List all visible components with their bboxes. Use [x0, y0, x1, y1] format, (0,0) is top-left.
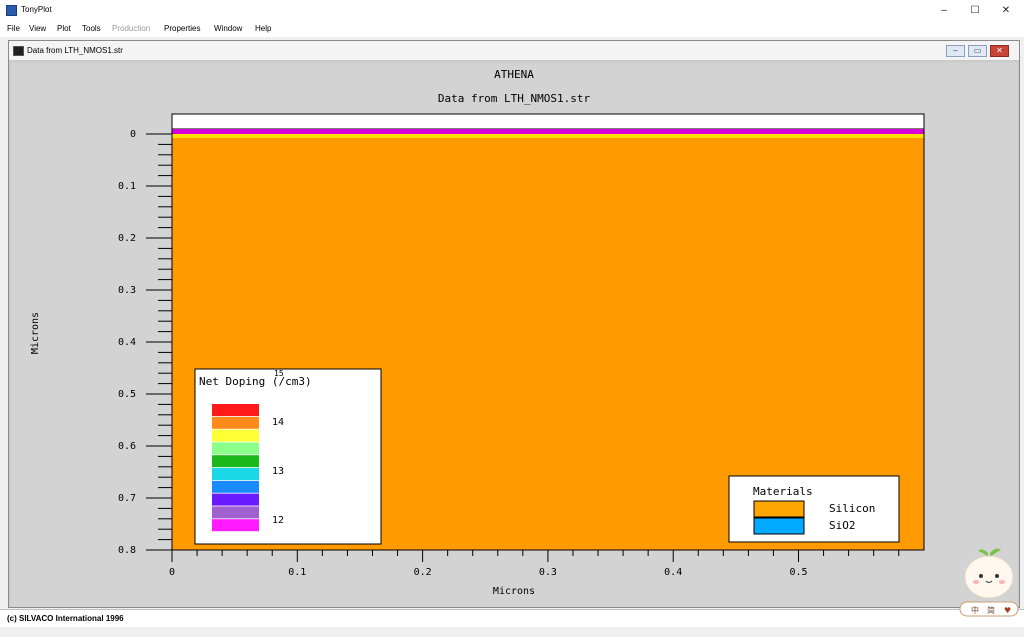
doc-close-button[interactable]: ✕ [990, 45, 1009, 57]
sio2-label: SiO2 [829, 519, 856, 532]
status-bar: (c) SILVACO International 1996 [0, 609, 1024, 627]
doping-swatch [212, 442, 259, 455]
x-tick-label: 0 [169, 567, 175, 578]
menu-file[interactable]: File [7, 24, 20, 33]
document-title: Data from LTH_NMOS1.str [27, 46, 123, 55]
tonyplot-app-icon [6, 5, 17, 16]
y-tick-label: 0.3 [118, 285, 136, 296]
y-tick-label: 0.2 [118, 233, 136, 244]
x-tick-label: 0.2 [414, 567, 432, 578]
plot-subtitle: Data from LTH_NMOS1.str [438, 92, 591, 105]
doping-swatch [212, 480, 259, 493]
tonyplot-app: TonyPlot – ☐ ✕ File View Plot Tools Prod… [0, 0, 1024, 637]
sio2-layer [172, 129, 924, 134]
menu-properties[interactable]: Properties [164, 24, 200, 33]
ime-simplified-mode[interactable]: 简 [987, 605, 995, 615]
doping-swatch [212, 468, 259, 480]
y-axis: 0 0.1 0.2 0.3 0.4 0.5 0.6 0.7 0.8 [118, 129, 172, 556]
y-tick-label: 0.5 [118, 389, 136, 400]
status-text: (c) SILVACO International 1996 [7, 614, 124, 623]
menu-view[interactable]: View [29, 24, 46, 33]
plot-area: ATHENA Data from LTH_NMOS1.str 0 0.1 0.2 0.… [11, 63, 1017, 607]
window-title: TonyPlot [21, 5, 52, 14]
y-tick-label: 0 [130, 129, 136, 140]
ime-chinese-mode[interactable]: 中 [971, 605, 979, 615]
menu-window[interactable]: Window [214, 24, 242, 33]
document-titlebar: Data from LTH_NMOS1.str – ▭ ✕ [9, 41, 1019, 61]
document-icon [13, 46, 24, 56]
net-doping-legend: 15 Net Doping (/cm3) 14 13 12 [194, 368, 382, 545]
x-tick-label: 0.3 [539, 567, 557, 578]
y-tick-label: 0.6 [118, 441, 136, 452]
y-tick-label: 0.8 [118, 545, 136, 556]
x-tick-label: 0.5 [789, 567, 807, 578]
mascot-face-icon [964, 555, 1014, 599]
plot-title: ATHENA [494, 68, 534, 81]
materials-legend-title: Materials [753, 485, 813, 498]
x-tick-label: 0.4 [664, 567, 682, 578]
sio2-swatch [753, 517, 805, 535]
minimize-button[interactable]: – [929, 3, 959, 19]
doping-swatch [212, 404, 259, 416]
doping-swatch [212, 519, 259, 532]
menu-plot[interactable]: Plot [57, 24, 71, 33]
doping-swatch [212, 506, 259, 519]
structure-plot: ATHENA Data from LTH_NMOS1.str 0 0.1 0.2 0.… [30, 68, 925, 597]
menu-production: Production [112, 24, 151, 33]
top-region [171, 113, 925, 130]
plot-document-window: Data from LTH_NMOS1.str – ▭ ✕ ATHENA Dat… [8, 40, 1020, 608]
ime-heart-icon[interactable]: ♥ [1004, 606, 1011, 615]
menu-help[interactable]: Help [255, 24, 271, 33]
y-tick-label: 0.4 [118, 337, 136, 348]
x-axis: 0 0.1 0.2 0.3 0.4 0.5 [169, 550, 900, 578]
x-axis-label: Microns [493, 586, 535, 597]
doping-legend-title: Net Doping (/cm3) [199, 375, 312, 388]
maximize-button[interactable]: ☐ [960, 3, 990, 19]
y-tick-label: 0.1 [118, 181, 136, 192]
menu-bar: File View Plot Tools Production Properti… [0, 22, 1024, 37]
doping-label-14: 14 [272, 417, 284, 428]
y-axis-label: Microns [30, 312, 41, 354]
materials-legend: Materials Silicon SiO2 [728, 475, 900, 543]
doc-maximize-button[interactable]: ▭ [968, 45, 987, 57]
doping-swatch [212, 455, 259, 468]
doping-swatch [212, 416, 259, 429]
doping-label-12: 12 [272, 515, 284, 526]
close-button[interactable]: ✕ [991, 3, 1021, 19]
window-titlebar: TonyPlot – ☐ ✕ [0, 0, 1024, 22]
doping-label-13: 13 [272, 466, 284, 477]
y-tick-label: 0.7 [118, 493, 136, 504]
silicon-label: Silicon [829, 502, 875, 515]
silicon-swatch [753, 500, 805, 518]
doping-swatch [212, 493, 259, 506]
doc-minimize-button[interactable]: – [946, 45, 965, 57]
mascot-ime-widget[interactable]: 中 简 ♥ [958, 545, 1020, 621]
menu-tools[interactable]: Tools [82, 24, 101, 33]
doping-swatch [212, 429, 259, 442]
x-tick-label: 0.1 [288, 567, 306, 578]
surface-doping-band [172, 134, 924, 138]
